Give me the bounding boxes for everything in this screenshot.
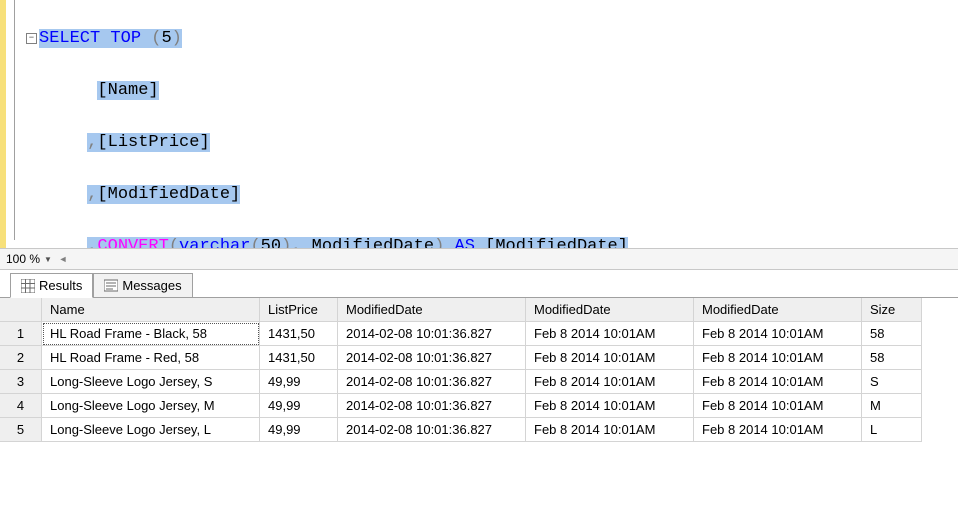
col-header-moddate1[interactable]: ModifiedDate	[338, 298, 526, 322]
cell-d1[interactable]: 2014-02-08 10:01:36.827	[338, 370, 526, 394]
cell-size[interactable]: S	[862, 370, 922, 394]
tab-results[interactable]: Results	[10, 273, 93, 298]
cell-d3[interactable]: Feb 8 2014 10:01AM	[694, 418, 862, 442]
change-marker	[0, 0, 6, 248]
cell-price[interactable]: 1431,50	[260, 346, 338, 370]
outline-guide	[14, 0, 15, 240]
row-number[interactable]: 3	[0, 370, 42, 394]
results-pane: Results Messages Name ListPrice Modified…	[0, 270, 958, 442]
col-name: [Name]	[97, 81, 158, 100]
row-number[interactable]: 4	[0, 394, 42, 418]
cell-d2[interactable]: Feb 8 2014 10:01AM	[526, 322, 694, 346]
col-listprice: [ListPrice]	[97, 133, 209, 152]
top-n: 5	[161, 29, 171, 48]
col-header-moddate3[interactable]: ModifiedDate	[694, 298, 862, 322]
cell-d3[interactable]: Feb 8 2014 10:01AM	[694, 322, 862, 346]
code-content[interactable]: −SELECT TOP (5) [Name] ,[ListPrice] ,[Mo…	[20, 0, 958, 248]
cell-d3[interactable]: Feb 8 2014 10:01AM	[694, 394, 862, 418]
cell-d2[interactable]: Feb 8 2014 10:01AM	[526, 418, 694, 442]
zoom-bar: 100 % ▼ ◄	[0, 248, 958, 270]
cell-d1[interactable]: 2014-02-08 10:01:36.827	[338, 394, 526, 418]
collapse-toggle-icon[interactable]: −	[26, 33, 37, 44]
comma: ,	[87, 185, 97, 204]
col-header-name[interactable]: Name	[42, 298, 260, 322]
chevron-down-icon: ▼	[44, 255, 52, 264]
editor-gutter	[0, 0, 20, 248]
cell-d2[interactable]: Feb 8 2014 10:01AM	[526, 370, 694, 394]
paren-open: (	[151, 29, 161, 48]
cell-price[interactable]: 49,99	[260, 370, 338, 394]
row-number[interactable]: 2	[0, 346, 42, 370]
comma: ,	[87, 133, 97, 152]
cell-name[interactable]: Long-Sleeve Logo Jersey, L	[42, 418, 260, 442]
kw-as: AS	[455, 237, 475, 248]
row-number[interactable]: 5	[0, 418, 42, 442]
col-moddate: [ModifiedDate]	[97, 185, 240, 204]
scroll-left-icon[interactable]: ◄	[58, 252, 68, 266]
kw-top: TOP	[110, 29, 141, 48]
cell-d2[interactable]: Feb 8 2014 10:01AM	[526, 394, 694, 418]
cell-price[interactable]: 1431,50	[260, 322, 338, 346]
cell-size[interactable]: 58	[862, 322, 922, 346]
tab-messages-label: Messages	[122, 278, 181, 293]
cell-name[interactable]: HL Road Frame - Black, 58	[42, 322, 260, 346]
row-number[interactable]: 1	[0, 322, 42, 346]
cell-d3[interactable]: Feb 8 2014 10:01AM	[694, 370, 862, 394]
cell-name[interactable]: HL Road Frame - Red, 58	[42, 346, 260, 370]
col-header-listprice[interactable]: ListPrice	[260, 298, 338, 322]
cell-size[interactable]: 58	[862, 346, 922, 370]
type-varchar: varchar	[179, 237, 250, 248]
cell-d1[interactable]: 2014-02-08 10:01:36.827	[338, 322, 526, 346]
grid-corner[interactable]	[0, 298, 42, 322]
zoom-value: 100 %	[6, 252, 40, 266]
col-header-moddate2[interactable]: ModifiedDate	[526, 298, 694, 322]
cell-d2[interactable]: Feb 8 2014 10:01AM	[526, 346, 694, 370]
results-grid[interactable]: Name ListPrice ModifiedDate ModifiedDate…	[0, 298, 958, 442]
cell-size[interactable]: M	[862, 394, 922, 418]
cell-d3[interactable]: Feb 8 2014 10:01AM	[694, 346, 862, 370]
cell-price[interactable]: 49,99	[260, 394, 338, 418]
cell-price[interactable]: 49,99	[260, 418, 338, 442]
grid-icon	[21, 279, 35, 293]
results-tabs: Results Messages	[0, 270, 958, 298]
messages-icon	[104, 279, 118, 293]
fn-convert: CONVERT	[97, 237, 168, 248]
cell-name[interactable]: Long-Sleeve Logo Jersey, S	[42, 370, 260, 394]
alias-moddate: [ModifiedDate]	[485, 237, 628, 248]
cell-d1[interactable]: 2014-02-08 10:01:36.827	[338, 346, 526, 370]
comma: ,	[87, 237, 97, 248]
sql-editor[interactable]: −SELECT TOP (5) [Name] ,[ListPrice] ,[Mo…	[0, 0, 958, 248]
zoom-dropdown[interactable]: 100 % ▼	[6, 252, 52, 266]
cell-name[interactable]: Long-Sleeve Logo Jersey, M	[42, 394, 260, 418]
cell-d1[interactable]: 2014-02-08 10:01:36.827	[338, 418, 526, 442]
cell-size[interactable]: L	[862, 418, 922, 442]
tab-messages[interactable]: Messages	[93, 273, 192, 298]
tab-results-label: Results	[39, 278, 82, 293]
kw-select: SELECT	[39, 29, 100, 48]
col-header-size[interactable]: Size	[862, 298, 922, 322]
paren-close: )	[172, 29, 182, 48]
